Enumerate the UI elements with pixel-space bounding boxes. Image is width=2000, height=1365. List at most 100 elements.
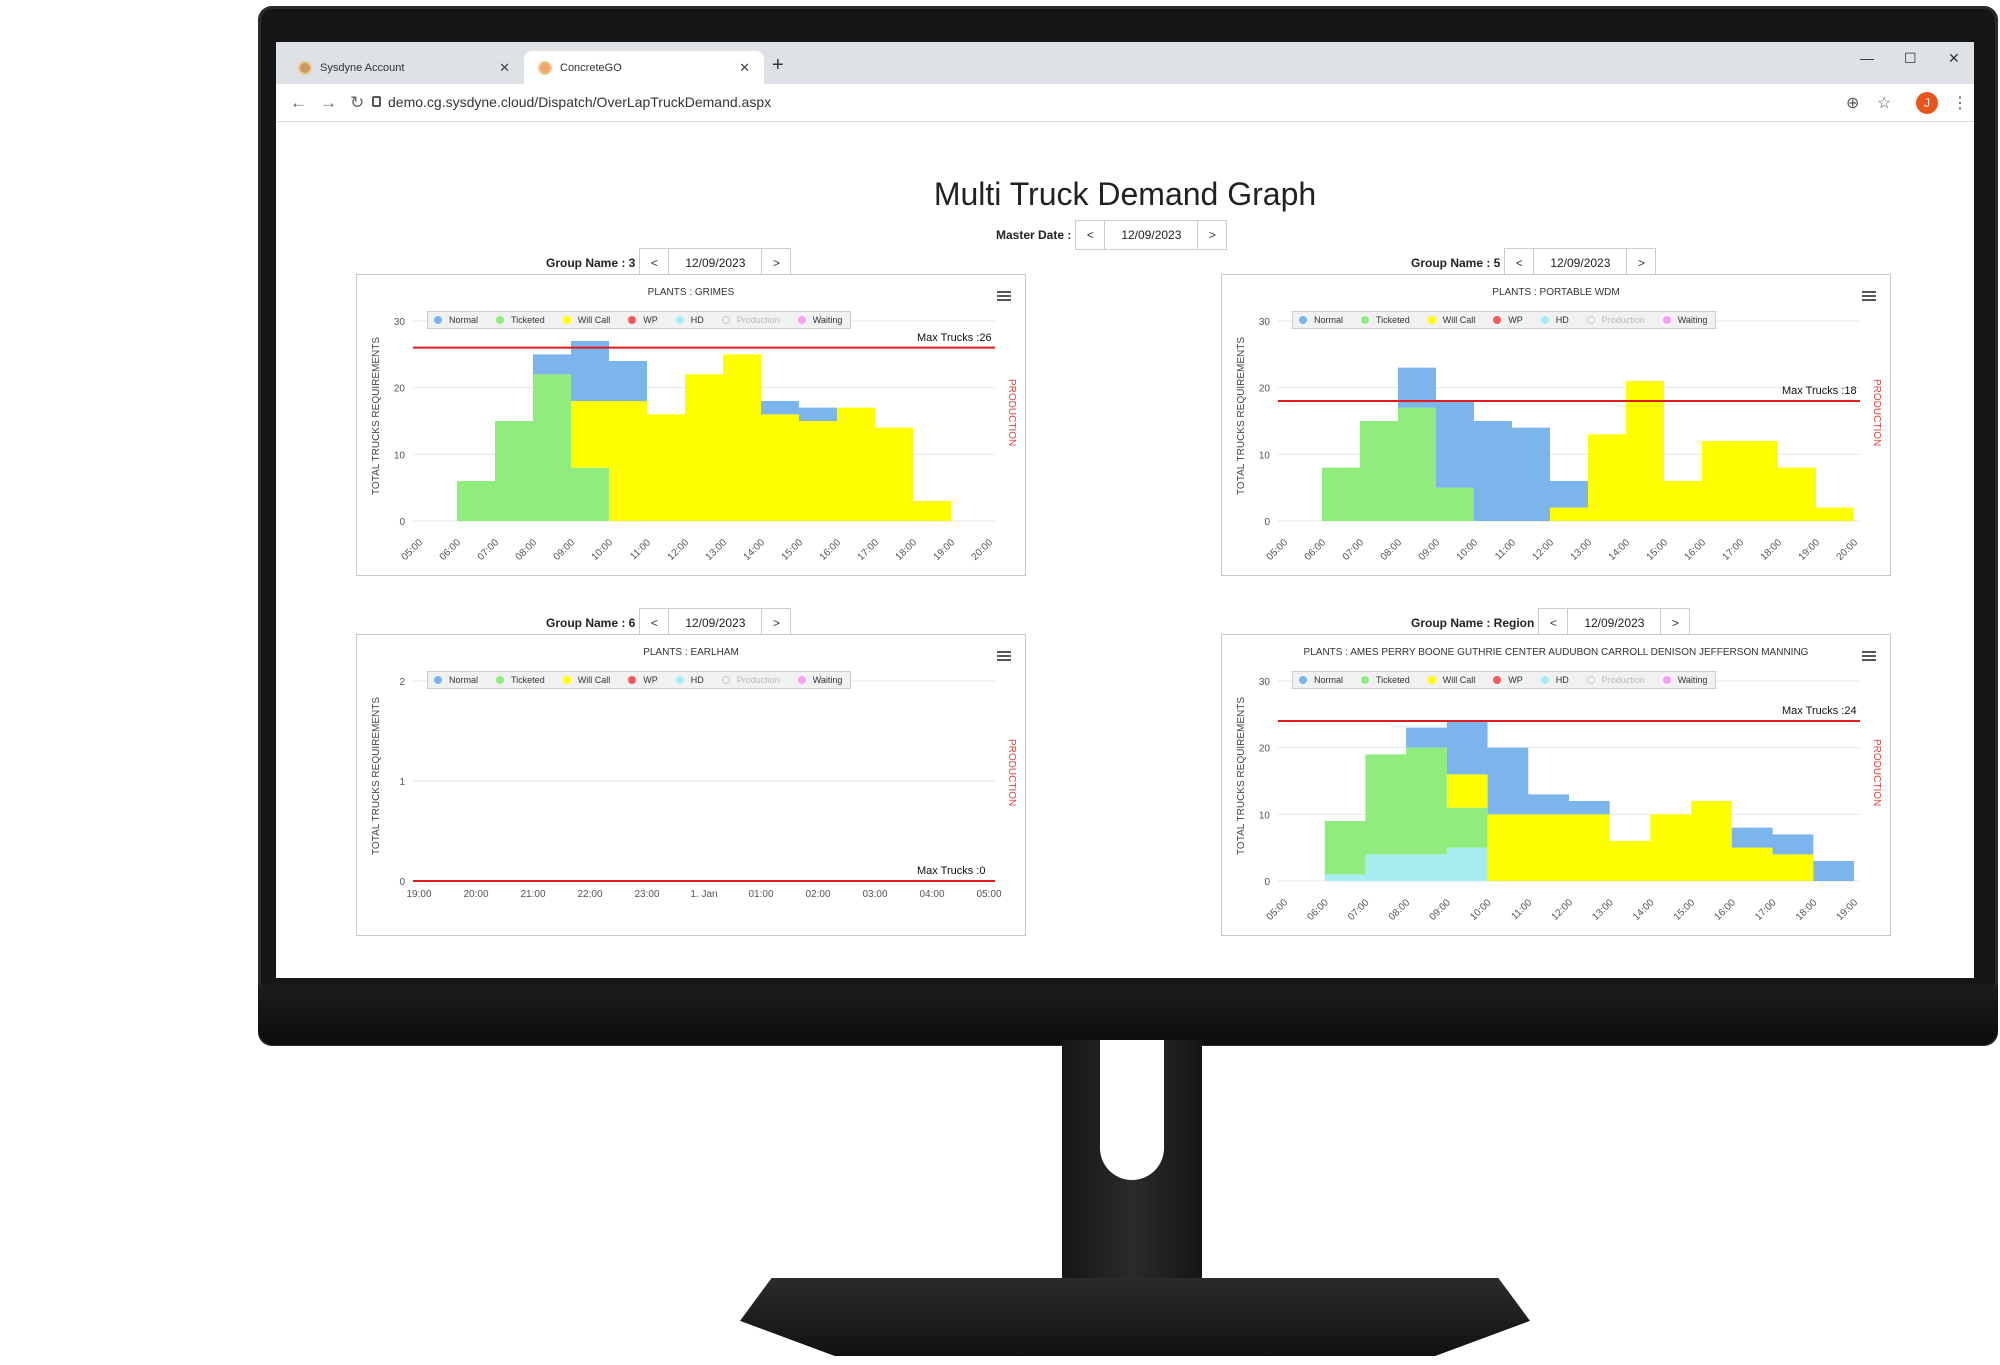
url-field[interactable]: demo.cg.sysdyne.cloud/Dispatch/OverLapTr… [388,94,771,110]
legend-item[interactable]: Ticketed [1361,675,1410,685]
legend-item[interactable]: Ticketed [496,315,545,325]
legend-item[interactable]: WP [1493,675,1523,685]
chart-title: PLANTS : GRIMES [647,287,735,298]
legend-item[interactable]: HD [675,675,704,685]
legend-label: Production [736,315,780,325]
legend-item[interactable]: Normal [434,315,478,325]
y-tick-label: 0 [1264,877,1270,888]
x-tick-label: 17:00 [1721,537,1747,563]
legend-item[interactable]: Will Call [562,315,610,325]
legend-item[interactable]: Normal [434,675,478,685]
legend-item[interactable]: Waiting [1662,675,1708,685]
chart-menu-icon[interactable] [1862,291,1876,301]
chart-legend: Normal Ticketed Will Call WP HD Production Wai… [427,671,852,689]
install-icon[interactable]: ⊕ [1846,93,1859,113]
legend-item[interactable]: Will Call [1427,675,1475,685]
tab-strip: Sysdyne Account ✕ ConcreteGO ✕ + — ☐ ✕ [276,42,1974,84]
x-tick-label: 18:00 [1794,897,1820,923]
legend-label: Production [1601,675,1645,685]
reload-icon[interactable]: ↻ [350,93,364,113]
maximize-icon[interactable]: ☐ [1904,50,1917,67]
chart-menu-icon[interactable] [997,291,1011,301]
x-tick-label: 06:00 [1305,897,1331,923]
x-tick-label: 03:00 [862,889,887,900]
x-tick-label: 1. Jan [690,889,717,900]
chart-panel: 0 1 2 19:00 20:00 21:00 22:00 23:00 1. Jan 01:00 0… [356,634,1026,936]
legend-label: HD [690,315,704,325]
legend-dot-icon [1662,316,1671,324]
legend-item[interactable]: Waiting [797,315,843,325]
legend-label: Waiting [812,315,843,325]
y-tick-label: 20 [1259,744,1271,755]
x-tick-label: 07:00 [476,537,502,563]
x-tick-label: 16:00 [1683,537,1709,563]
bookmark-star-icon[interactable]: ☆ [1877,93,1891,113]
x-tick-label: 18:00 [894,537,920,563]
legend-dot-icon [562,676,571,684]
legend-label: Waiting [1677,675,1708,685]
legend-dot-icon [1299,316,1307,324]
legend-item[interactable]: Will Call [1427,315,1476,325]
x-tick-label: 22:00 [577,889,602,900]
y-tick-label: 0 [399,877,405,888]
legend-item[interactable]: Normal [1299,675,1343,685]
legend-label: HD [690,675,704,685]
kebab-menu-icon[interactable]: ⋮ [1952,93,1968,113]
legend-item[interactable]: Production [721,315,780,325]
x-tick-label: 05:00 [976,889,1001,900]
profile-avatar[interactable]: J [1916,92,1938,114]
legend-item[interactable]: Production [1586,675,1645,685]
x-tick-label: 05:00 [400,537,426,563]
chart-title: PLANTS : AMES PERRY BOONE GUTHRIE CENTER… [1303,647,1809,658]
tab-sysdyne-account[interactable]: Sysdyne Account ✕ [284,51,524,84]
y-tick-label: 30 [1259,317,1271,328]
legend-item[interactable]: Production [721,675,780,685]
legend-item[interactable]: Ticketed [496,675,545,685]
new-tab-icon[interactable]: + [772,54,784,77]
close-window-icon[interactable]: ✕ [1948,50,1960,67]
legend-item[interactable]: WP [1493,315,1523,325]
x-tick-label: 15:00 [1672,897,1698,923]
legend-item[interactable]: Normal [1299,315,1343,325]
legend-item[interactable]: Ticketed [1361,315,1410,325]
legend-dot-icon [628,676,637,684]
legend-item[interactable]: HD [675,315,704,325]
legend-item[interactable]: HD [1540,315,1569,325]
close-tab-icon[interactable]: ✕ [499,60,510,76]
back-icon[interactable]: ← [290,93,307,113]
master-prev-button[interactable]: < [1075,220,1106,250]
legend-dot-icon [1586,676,1595,684]
page-content: Multi Truck Demand Graph Master Date : <… [276,122,1974,978]
close-tab-icon[interactable]: ✕ [739,60,750,76]
chart-legend: Normal Ticketed Will Call WP HD Production Wai… [1292,671,1717,689]
master-next-button[interactable]: > [1197,220,1228,250]
legend-dot-icon [1361,316,1370,324]
y-tick-label: 2 [399,677,405,688]
legend-item[interactable]: Waiting [1662,315,1708,325]
legend-item[interactable]: WP [628,675,658,685]
tab-concretego[interactable]: ConcreteGO ✕ [524,51,764,84]
chart-menu-icon[interactable] [1862,651,1876,661]
minimize-icon[interactable]: — [1860,50,1874,66]
x-tick-label: 08:00 [514,537,540,563]
y-tick-label: 10 [394,450,406,461]
legend-item[interactable]: Will Call [562,675,610,685]
x-tick-label: 11:00 [1493,537,1518,562]
forward-icon[interactable]: → [320,93,337,113]
legend-dot-icon [675,676,684,684]
master-date-field[interactable]: 12/09/2023 [1105,220,1198,250]
chart-menu-icon[interactable] [997,651,1011,661]
legend-item[interactable]: WP [628,315,658,325]
legend-item[interactable]: Production [1586,315,1645,325]
monitor-stand-base [740,1278,1530,1356]
y-tick-label: 30 [1259,677,1271,688]
max-trucks-label: Max Trucks :18 [1782,385,1857,397]
legend-label: HD [1555,675,1569,685]
legend-label: Will Call [1442,315,1476,325]
monitor-bezel [258,985,1998,1045]
legend-label: Waiting [1677,315,1708,325]
legend-item[interactable]: Waiting [797,675,842,685]
legend-item[interactable]: HD [1540,675,1569,685]
group-name-label: Group Name : Region [1411,616,1535,630]
x-tick-label: 11:00 [628,537,653,562]
